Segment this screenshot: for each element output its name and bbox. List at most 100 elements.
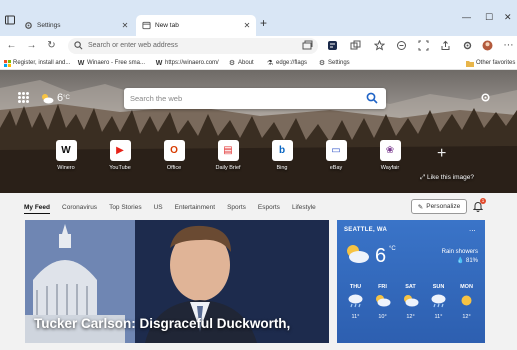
weather-location: SEATTLE, WA <box>344 227 388 233</box>
forecast-day-label: THU <box>349 284 362 290</box>
search-icon[interactable] <box>366 92 378 104</box>
share-icon[interactable] <box>440 40 451 51</box>
rain-cloud-icon <box>425 293 452 308</box>
background-image: 6 °C Search the web W Winero ▶ YouTube O… <box>0 70 517 193</box>
back-icon[interactable]: ← <box>6 40 17 51</box>
personalize-button[interactable]: ✎ Personalize <box>411 199 467 214</box>
maximize-icon[interactable]: ☐ <box>485 12 493 23</box>
like-image-link[interactable]: ⤢ Like this image? <box>420 174 474 182</box>
favorites-star-icon[interactable] <box>374 40 385 51</box>
settings-gear-icon[interactable] <box>462 40 473 51</box>
forecast-day[interactable]: THU 11° <box>342 284 369 320</box>
search-icon <box>74 41 83 50</box>
weather-temperature: 6 <box>375 245 387 267</box>
favorite-label: https://winaero.com/ <box>165 60 219 66</box>
favorites-bar: Register, install and... W Winaero - Fre… <box>0 56 517 70</box>
forecast-day[interactable]: SAT 12° <box>397 284 424 320</box>
feed-tab-lifestyle[interactable]: Lifestyle <box>292 204 316 214</box>
feed-tab-my-feed[interactable]: My Feed <box>24 204 51 214</box>
hero-weather[interactable]: 6 °C <box>40 92 70 104</box>
forecast-temp: 11° <box>434 314 443 320</box>
web-capture-icon[interactable] <box>418 40 429 51</box>
forecast-day[interactable]: SUN 11° <box>425 284 452 320</box>
feed-tab-esports[interactable]: Esports <box>258 204 280 214</box>
weather-humidity-value: 81% <box>465 258 478 264</box>
favorite-label: About <box>238 60 254 66</box>
search-placeholder: Search the web <box>130 94 183 103</box>
weather-card[interactable]: SEATTLE, WA ... 6 °C Rain showers 💧 81% … <box>337 220 485 343</box>
apps-grid-icon[interactable] <box>18 92 29 103</box>
close-icon[interactable]: ✕ <box>242 21 252 30</box>
feed-tab-sports[interactable]: Sports <box>227 204 246 214</box>
quick-link-label: Daily Brief <box>215 165 241 171</box>
quick-link-label: Bing <box>276 165 288 171</box>
refresh-icon[interactable]: ↻ <box>46 40 57 51</box>
more-options-icon[interactable]: ... <box>469 224 476 233</box>
news-feed: My Feed Coronavirus Top Stories US Enter… <box>0 193 517 350</box>
favorite-label: Register, install and... <box>13 60 71 66</box>
partly-cloudy-icon <box>369 293 396 308</box>
personalize-label: Personalize <box>426 203 461 210</box>
weather-unit: °C <box>389 246 396 252</box>
quick-link-daily-brief[interactable]: ▤ Daily Brief <box>210 140 246 171</box>
profile-avatar-icon[interactable] <box>482 40 493 51</box>
web-search-box[interactable]: Search the web <box>124 88 386 109</box>
winaero-logo-icon: W <box>155 59 163 67</box>
quick-link-ebay[interactable]: ▭ eBay <box>318 140 354 171</box>
new-tab-page-icon <box>142 21 151 30</box>
extension-icon[interactable] <box>327 40 338 51</box>
close-window-icon[interactable]: ✕ <box>504 12 512 23</box>
notifications-button[interactable]: 1 <box>472 198 486 214</box>
quick-link-label: Winero <box>57 165 75 171</box>
minimize-icon[interactable]: — <box>462 12 471 22</box>
youtube-logo-icon: ▶ <box>109 140 131 161</box>
new-tab-button[interactable]: + <box>260 16 267 30</box>
other-favorites[interactable]: Other favorites <box>466 58 515 68</box>
forecast-day[interactable]: MON 12° <box>453 284 480 320</box>
more-menu-icon[interactable]: ⋯ <box>503 40 514 51</box>
quick-link-office[interactable]: O Office <box>156 140 192 171</box>
quick-link-winero[interactable]: W Winero <box>48 140 84 171</box>
forecast-day-label: FRI <box>378 284 387 290</box>
forecast-day[interactable]: FRI 10° <box>369 284 396 320</box>
browser-essentials-icon[interactable] <box>396 40 407 51</box>
feed-tab-us[interactable]: US <box>154 204 163 214</box>
close-icon[interactable]: ✕ <box>120 21 130 30</box>
favorite-item[interactable]: ⚗ edge://flags <box>266 58 307 68</box>
favorite-item[interactable]: W https://winaero.com/ <box>155 58 219 68</box>
reading-view-icon[interactable] <box>302 40 313 51</box>
forward-icon[interactable]: → <box>26 40 37 51</box>
partly-cloudy-icon <box>397 293 424 308</box>
wayfair-logo-icon: ❀ <box>379 140 401 161</box>
favorite-item[interactable]: W Winaero - Free sma... <box>77 58 145 68</box>
quick-link-label: Wayfair <box>380 165 400 171</box>
news-card[interactable]: Tucker Carlson: Disgraceful Duckworth, <box>25 220 329 343</box>
pencil-icon: ✎ <box>417 203 424 211</box>
favorite-item[interactable]: Register, install and... <box>3 58 70 68</box>
address-bar[interactable]: Search or enter web address <box>68 38 318 54</box>
tab-new-tab[interactable]: New tab ✕ <box>136 15 256 36</box>
partly-cloudy-icon <box>347 245 369 263</box>
collections-icon[interactable] <box>350 40 361 51</box>
news-headline[interactable]: Tucker Carlson: Disgraceful Duckworth, <box>34 316 290 331</box>
page-settings-icon[interactable] <box>480 92 491 103</box>
add-site-button[interactable]: + <box>437 146 446 162</box>
title-bar: Settings ✕ New tab ✕ + — ☐ ✕ <box>0 0 517 36</box>
favorite-label: edge://flags <box>276 60 308 66</box>
tab-label: New tab <box>155 22 179 29</box>
winero-logo-icon: W <box>55 140 77 161</box>
quick-link-bing[interactable]: b Bing <box>264 140 300 171</box>
sun-icon <box>453 293 480 308</box>
feed-tab-coronavirus[interactable]: Coronavirus <box>62 204 97 214</box>
quick-link-wayfair[interactable]: ❀ Wayfair <box>372 140 408 171</box>
quick-link-youtube[interactable]: ▶ YouTube <box>102 140 138 171</box>
favorite-item[interactable]: ⚙ About <box>228 58 254 68</box>
feed-tab-top-stories[interactable]: Top Stories <box>109 204 142 214</box>
tab-settings[interactable]: Settings ✕ <box>18 15 134 36</box>
expand-icon: ⤢ <box>420 174 426 181</box>
gear-icon: ⚙ <box>318 60 326 67</box>
tab-actions-icon[interactable] <box>4 14 16 26</box>
feed-tabs: My Feed Coronavirus Top Stories US Enter… <box>24 204 328 214</box>
favorite-item[interactable]: ⚙ Settings <box>318 58 350 68</box>
feed-tab-entertainment[interactable]: Entertainment <box>175 204 215 214</box>
